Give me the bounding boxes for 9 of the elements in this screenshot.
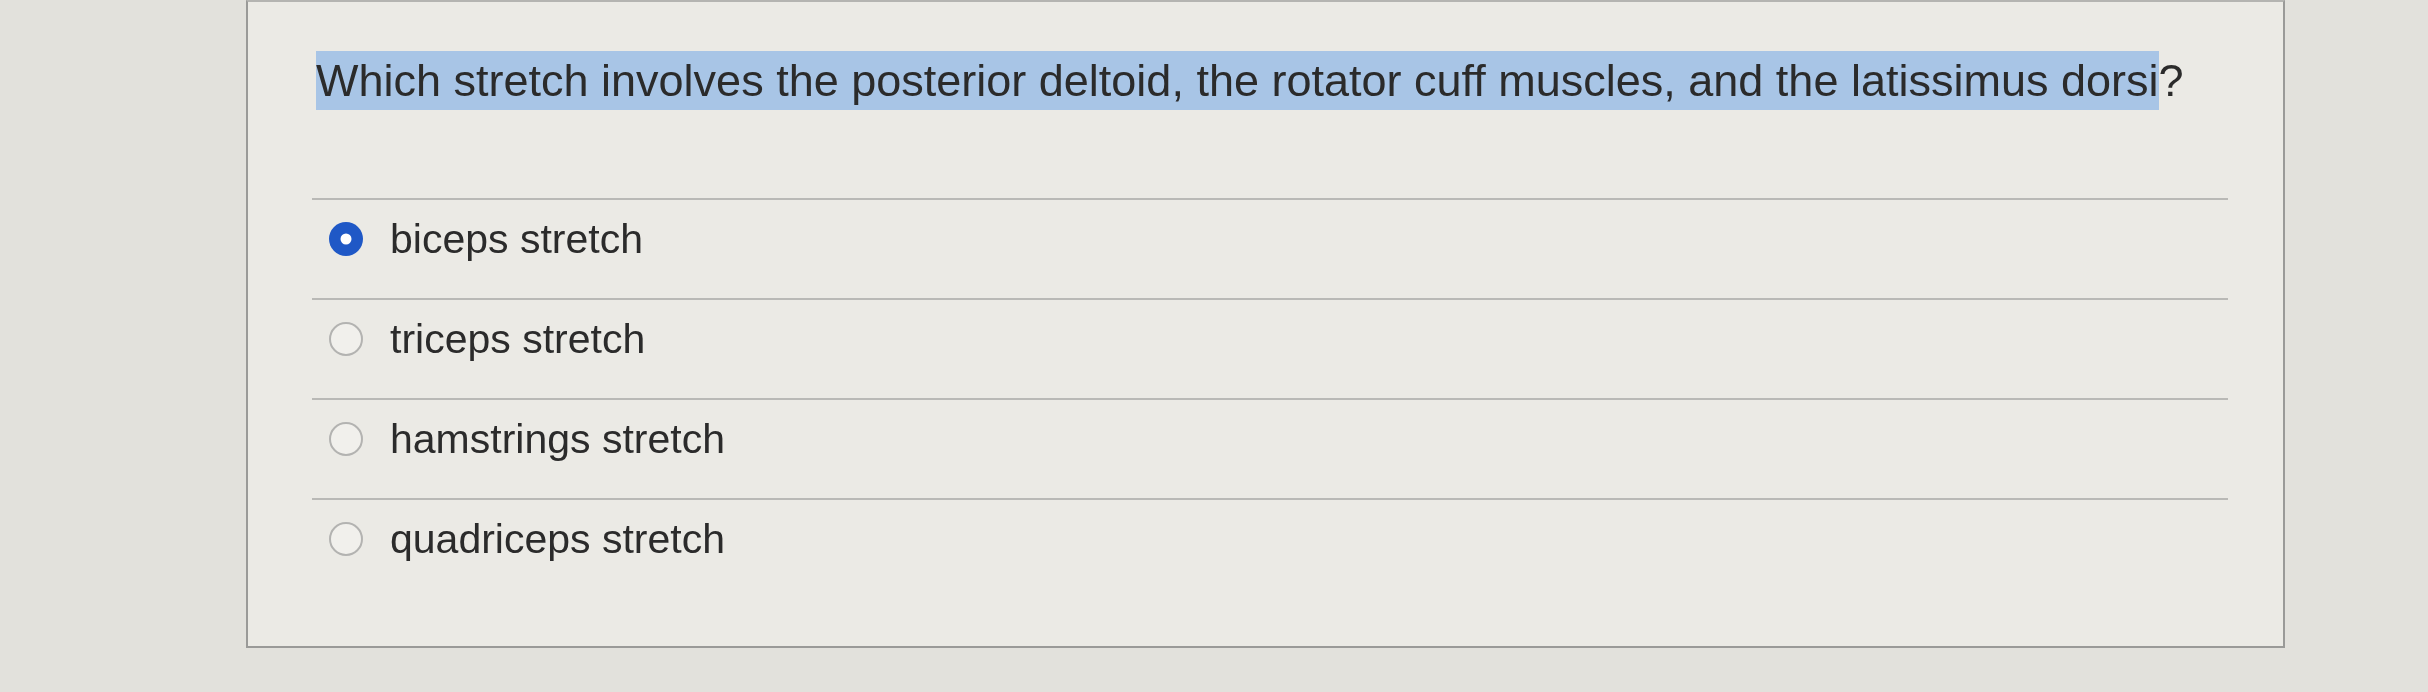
option-label[interactable]: triceps stretch	[390, 316, 646, 362]
question-text: Which stretch involves the posterior deltoid, the rotator cuff muscles, and the latissimus dorsi?	[316, 52, 2184, 110]
option-label[interactable]: biceps stretch	[390, 216, 643, 262]
option-label[interactable]: hamstrings stretch	[390, 416, 725, 462]
radio-button[interactable]	[329, 322, 363, 356]
option-label[interactable]: quadriceps stretch	[390, 516, 725, 562]
radio-button[interactable]	[329, 522, 363, 556]
radio-button[interactable]	[329, 222, 363, 256]
radio-button[interactable]	[329, 422, 363, 456]
